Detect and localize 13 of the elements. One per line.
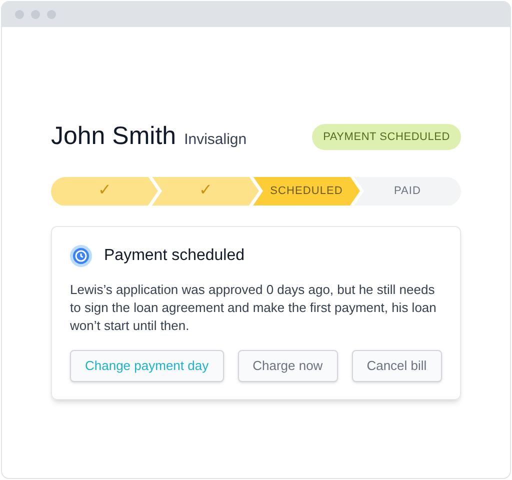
card-title: Payment scheduled	[104, 246, 245, 266]
action-button[interactable]: Change payment day	[70, 350, 224, 382]
card-message: Lewis’s application was approved 0 days ago, but he still needs to sign the loan agreement and make the first payment, his loan won’t start until then.	[70, 280, 438, 334]
progress-step: ✓	[152, 176, 259, 206]
clock-icon	[70, 244, 92, 266]
status-badge: PAYMENT SCHEDULED	[312, 124, 461, 150]
product-name: Invisalign	[184, 130, 247, 150]
progress-step: SCHEDULED	[253, 176, 360, 206]
action-button[interactable]: Cancel bill	[352, 350, 442, 382]
action-button[interactable]: Charge now	[238, 350, 338, 382]
customer-name: John Smith	[51, 121, 176, 152]
progress-step: PAID	[354, 176, 461, 206]
progress-step: ✓	[51, 176, 158, 206]
